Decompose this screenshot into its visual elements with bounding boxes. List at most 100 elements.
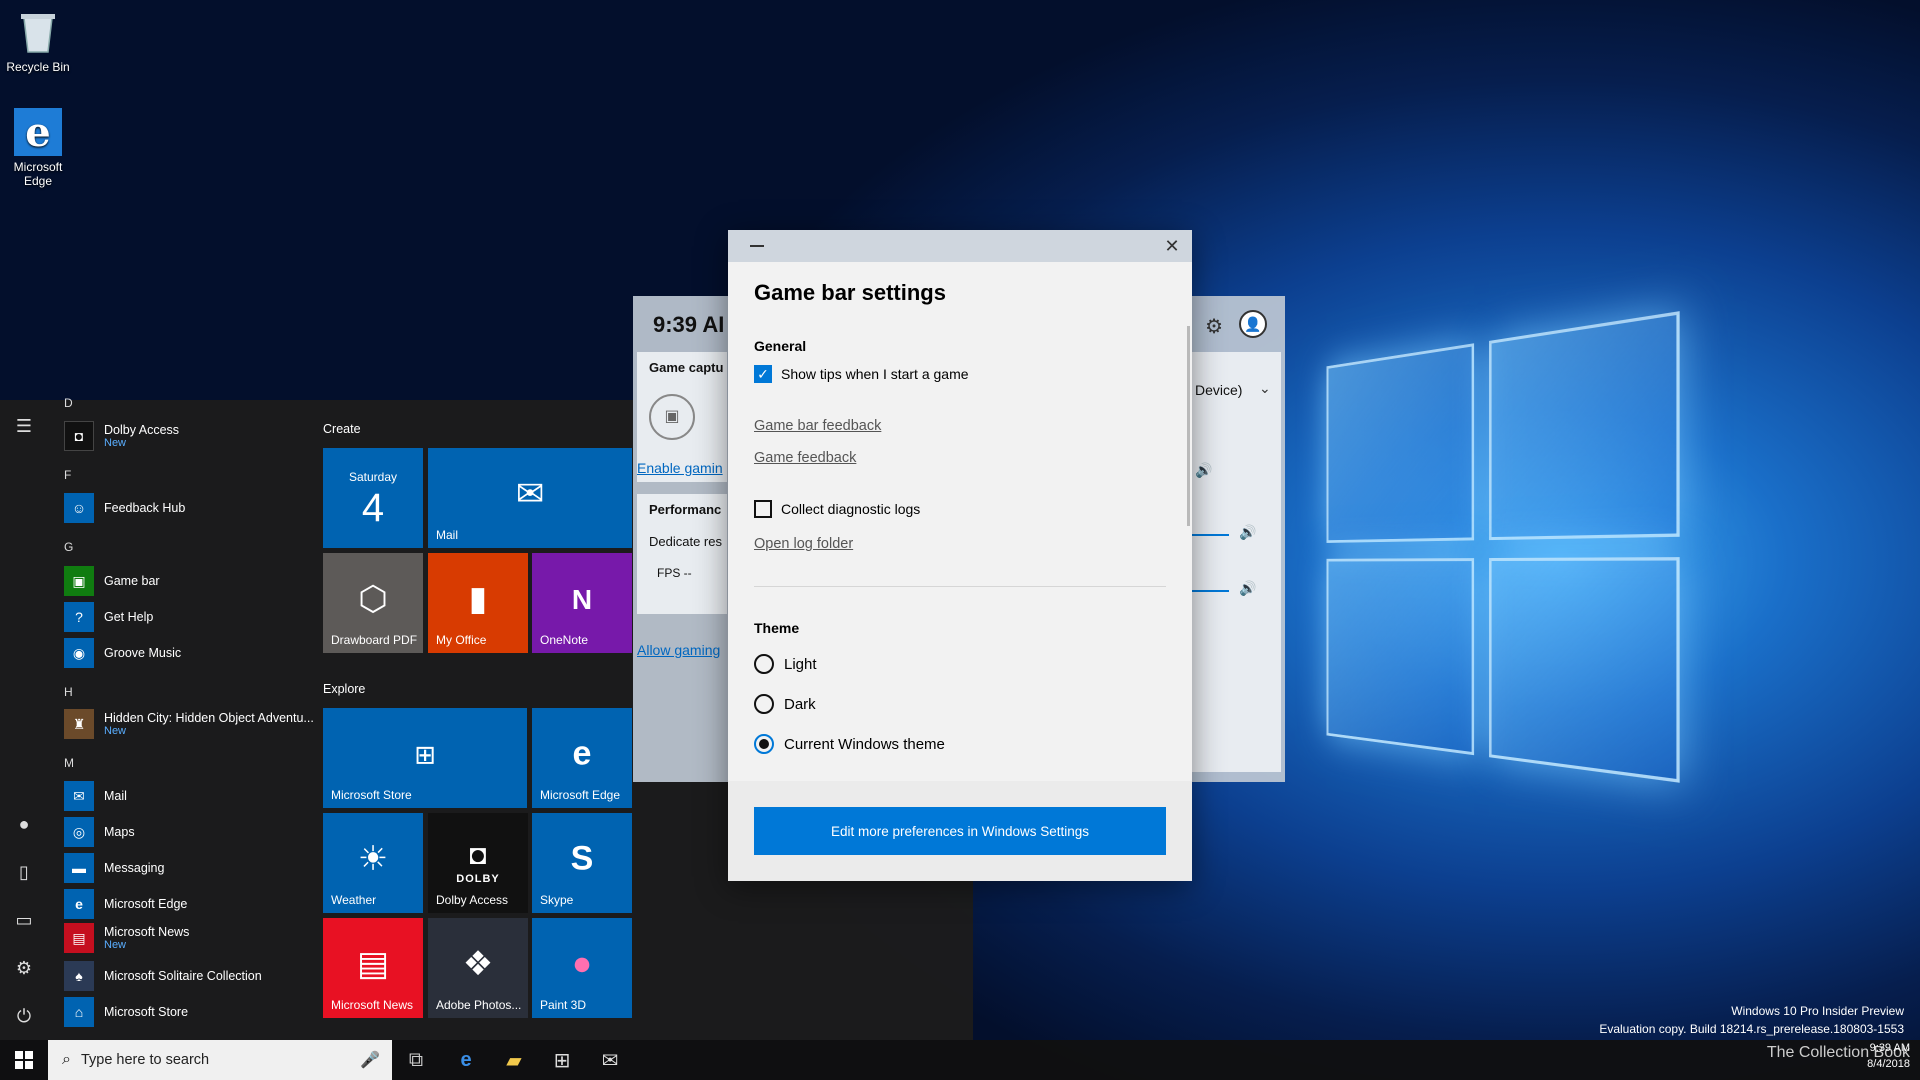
tile-label: Drawboard PDF bbox=[331, 633, 417, 647]
tile-group-create[interactable]: Create bbox=[323, 422, 361, 436]
microphone-icon[interactable]: 🎤 bbox=[360, 1050, 380, 1070]
app-item-microsoft-store[interactable]: ⌂ Microsoft Store bbox=[64, 996, 188, 1028]
app-item-dolby-access[interactable]: ◘ Dolby Access New bbox=[64, 420, 179, 452]
tile-weather[interactable]: ☀ Weather bbox=[323, 813, 423, 913]
collect-logs-label: Collect diagnostic logs bbox=[781, 501, 920, 517]
documents-icon[interactable]: ▯ bbox=[12, 860, 36, 884]
task-view-icon[interactable]: ⧉ bbox=[392, 1040, 440, 1080]
minimize-icon[interactable] bbox=[750, 245, 764, 247]
edge-icon[interactable]: e bbox=[442, 1040, 490, 1080]
power-icon[interactable]: ⏻ bbox=[12, 1004, 36, 1028]
open-log-folder-link[interactable]: Open log folder bbox=[754, 536, 853, 552]
tile-group-explore[interactable]: Explore bbox=[323, 682, 365, 696]
radio-button[interactable] bbox=[754, 694, 774, 714]
tile-onenote[interactable]: N OneNote bbox=[532, 553, 632, 653]
camera-icon[interactable]: ▣ bbox=[649, 394, 695, 440]
app-item-microsoft-news[interactable]: ▤ Microsoft News New bbox=[64, 922, 189, 954]
windows-logo-wallpaper bbox=[1327, 306, 1715, 825]
desktop-icon-microsoft-edge[interactable]: e Microsoft Edge bbox=[0, 108, 76, 188]
app-new-badge: New bbox=[104, 725, 314, 737]
tile-adobe-photoshop-express[interactable]: ❖ Adobe Photos... bbox=[428, 918, 528, 1018]
dialog-scrollbar[interactable] bbox=[1187, 326, 1190, 526]
app-item-hidden-city[interactable]: ♜ Hidden City: Hidden Object Adventu... N… bbox=[64, 708, 314, 740]
desktop-icon-recycle-bin[interactable]: Recycle Bin bbox=[0, 8, 76, 74]
collect-logs-checkbox[interactable] bbox=[754, 500, 772, 518]
game-bar-feedback-link[interactable]: Game bar feedback bbox=[754, 418, 881, 434]
chevron-down-icon[interactable]: ⌄ bbox=[1259, 380, 1271, 397]
app-item-groove-music[interactable]: ◉ Groove Music bbox=[64, 637, 181, 669]
theme-option-dark[interactable]: Dark bbox=[754, 694, 816, 714]
enable-gaming-link[interactable]: Enable gamin bbox=[637, 460, 723, 476]
app-letter-header[interactable]: H bbox=[64, 685, 73, 699]
store-bag-icon[interactable]: ⊞ bbox=[538, 1040, 586, 1080]
tile-dolby-access[interactable]: ◘ DOLBY Dolby Access bbox=[428, 813, 528, 913]
theme-heading: Theme bbox=[754, 620, 799, 636]
app-item-feedback-hub[interactable]: ☺ Feedback Hub bbox=[64, 492, 185, 524]
taskbar-search-box[interactable]: ⌕ Type here to search 🎤 bbox=[48, 1040, 392, 1080]
tile-calendar[interactable]: Saturday 4 bbox=[323, 448, 423, 548]
game-bar-user-icon[interactable]: 👤 bbox=[1239, 310, 1267, 338]
tile-microsoft-edge[interactable]: e Microsoft Edge bbox=[532, 708, 632, 808]
settings-gear-icon[interactable]: ⚙ bbox=[12, 956, 36, 980]
collect-logs-checkbox-row[interactable]: Collect diagnostic logs bbox=[754, 500, 920, 518]
solitaire-cards-icon: ♠ bbox=[64, 961, 94, 991]
app-name: Game bar bbox=[104, 574, 160, 588]
app-item-maps[interactable]: ◎ Maps bbox=[64, 816, 135, 848]
theme-option-light[interactable]: Light bbox=[754, 654, 817, 674]
app-item-solitaire[interactable]: ♠ Microsoft Solitaire Collection bbox=[64, 960, 262, 992]
show-tips-checkbox-row[interactable]: ✓ Show tips when I start a game bbox=[754, 365, 969, 383]
aperture-icon: ❖ bbox=[428, 944, 528, 984]
app-item-messaging[interactable]: ▬ Messaging bbox=[64, 852, 164, 884]
tile-label: Dolby Access bbox=[436, 893, 508, 907]
desktop-icon-label: Recycle Bin bbox=[6, 60, 69, 74]
app-name: Dolby Access bbox=[104, 423, 179, 437]
allow-gaming-link[interactable]: Allow gaming bbox=[637, 642, 720, 658]
dolby-icon: ◘ bbox=[428, 839, 528, 871]
show-tips-checkbox[interactable]: ✓ bbox=[754, 365, 772, 383]
tile-drawboard[interactable]: ⬡ Drawboard PDF bbox=[323, 553, 423, 653]
theme-option-label: Current Windows theme bbox=[784, 736, 945, 753]
volume-slider[interactable] bbox=[1189, 590, 1229, 592]
radio-button[interactable] bbox=[754, 654, 774, 674]
volume-icon[interactable]: 🔊 bbox=[1239, 524, 1256, 541]
taskbar: ⌕ Type here to search 🎤 ⧉ e ▰ ⊞ ✉ The Co… bbox=[0, 1040, 1920, 1080]
app-item-microsoft-edge[interactable]: e Microsoft Edge bbox=[64, 888, 187, 920]
radio-button-selected[interactable] bbox=[754, 734, 774, 754]
app-item-get-help[interactable]: ? Get Help bbox=[64, 601, 153, 633]
news-icon: ▤ bbox=[323, 944, 423, 984]
tile-my-office[interactable]: ▮ My Office bbox=[428, 553, 528, 653]
tile-mail[interactable]: ✉ Mail bbox=[428, 448, 632, 548]
volume-icon[interactable]: 🔊 bbox=[1195, 462, 1212, 479]
start-button[interactable] bbox=[0, 1040, 48, 1080]
close-icon[interactable]: ✕ bbox=[1162, 236, 1182, 256]
user-avatar-icon[interactable]: ● bbox=[12, 812, 36, 836]
game-feedback-link[interactable]: Game feedback bbox=[754, 450, 856, 466]
dialog-titlebar[interactable]: ✕ bbox=[728, 230, 1192, 262]
maps-icon: ◎ bbox=[64, 817, 94, 847]
theme-option-current-windows[interactable]: Current Windows theme bbox=[754, 734, 945, 754]
app-item-mail[interactable]: ✉ Mail bbox=[64, 780, 127, 812]
volume-slider[interactable] bbox=[1189, 534, 1229, 536]
app-letter-header[interactable]: F bbox=[64, 468, 71, 482]
game-bar-settings-gear-icon[interactable]: ⚙ bbox=[1205, 314, 1223, 339]
app-letter-header[interactable]: G bbox=[64, 540, 73, 554]
system-tray[interactable]: The Collection Book 9:39 AM 8/4/2018 bbox=[1767, 1044, 1910, 1062]
hamburger-icon[interactable]: ☰ bbox=[12, 414, 36, 438]
tile-skype[interactable]: S Skype bbox=[532, 813, 632, 913]
tile-label: Paint 3D bbox=[540, 998, 586, 1012]
file-explorer-icon[interactable]: ▰ bbox=[490, 1040, 538, 1080]
tile-paint-3d[interactable]: ● Paint 3D bbox=[532, 918, 632, 1018]
hidden-city-icon: ♜ bbox=[64, 709, 94, 739]
app-item-game-bar[interactable]: ▣ Game bar bbox=[64, 565, 160, 597]
tile-label: Mail bbox=[436, 528, 458, 542]
app-letter-header[interactable]: M bbox=[64, 756, 74, 770]
mail-icon[interactable]: ✉ bbox=[586, 1040, 634, 1080]
app-letter-header[interactable]: D bbox=[64, 396, 73, 410]
performance-title: Performanc bbox=[649, 502, 721, 517]
pictures-icon[interactable]: ▭ bbox=[12, 908, 36, 932]
edit-preferences-button[interactable]: Edit more preferences in Windows Setting… bbox=[754, 807, 1166, 855]
tile-microsoft-news[interactable]: ▤ Microsoft News bbox=[323, 918, 423, 1018]
theme-option-label: Dark bbox=[784, 696, 816, 713]
tile-microsoft-store[interactable]: ⊞ Microsoft Store bbox=[323, 708, 527, 808]
volume-icon[interactable]: 🔊 bbox=[1239, 580, 1256, 597]
